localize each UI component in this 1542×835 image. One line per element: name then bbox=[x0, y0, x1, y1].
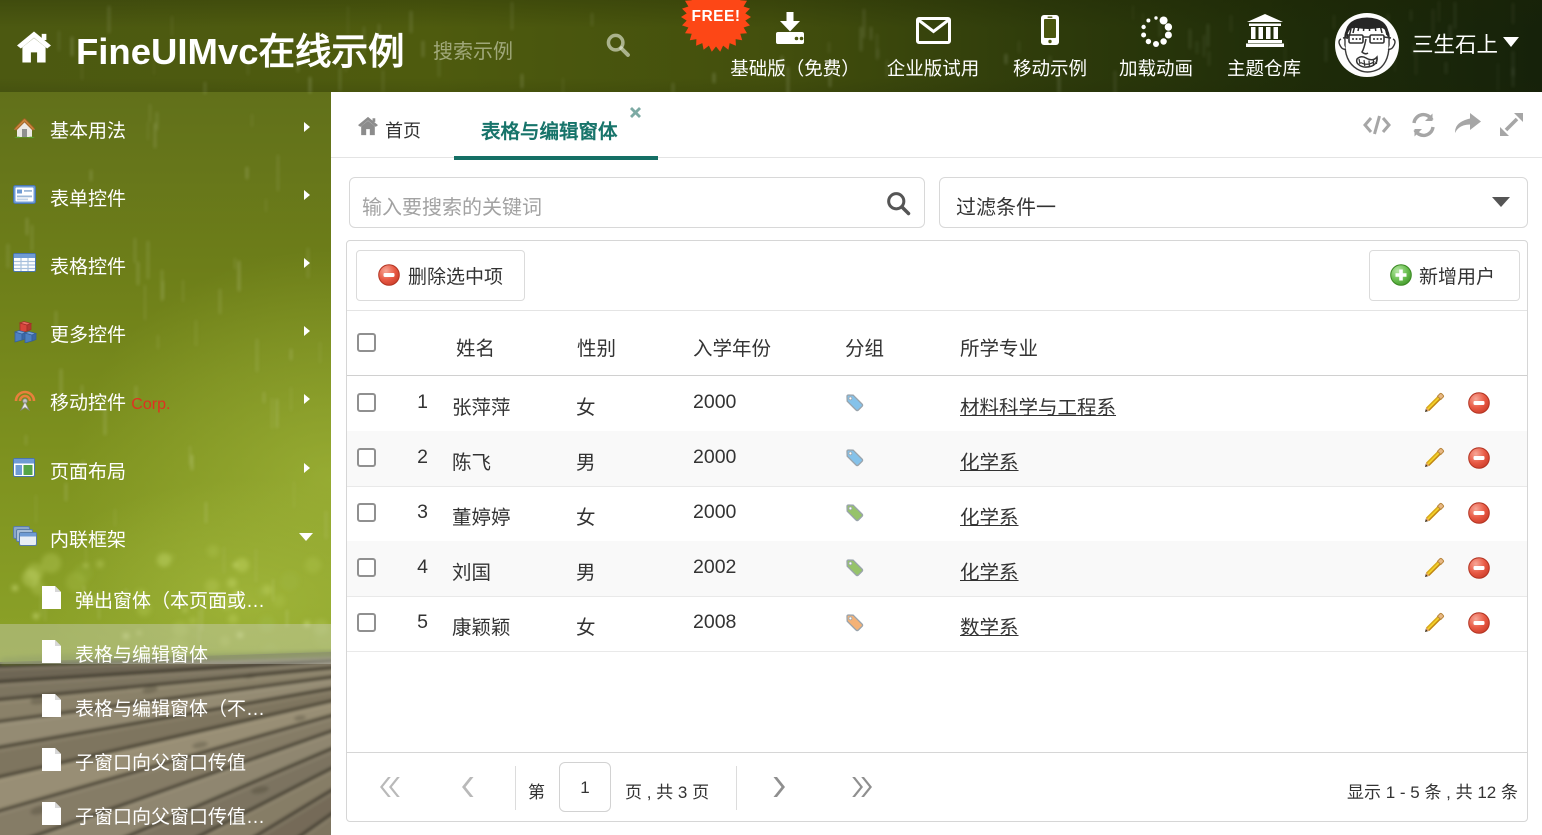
svg-text:FREE!: FREE! bbox=[692, 8, 741, 25]
